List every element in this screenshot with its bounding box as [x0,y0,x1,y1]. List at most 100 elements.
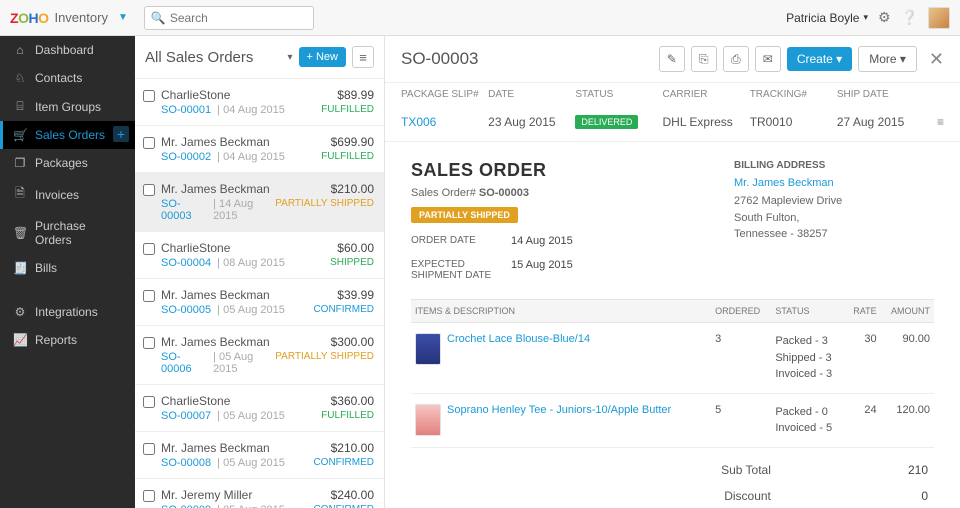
shipment-row[interactable]: TX006 23 Aug 2015 DELIVERED DHL Express … [401,106,944,141]
list-view-toggle-icon[interactable]: ≡ [352,46,374,68]
totals-table: Sub Total210 Discount0 Total$210.00 [411,456,934,508]
search-icon: 🔍 [151,11,166,25]
expected-ship-date: 15 Aug 2015 [511,259,573,281]
order-row[interactable]: Mr. James BeckmanSO-00006| 05 Aug 2015$3… [135,326,384,385]
create-button[interactable]: Create ▾ [787,47,852,71]
row-amount: $39.99 [296,288,374,302]
row-date: | 04 Aug 2015 [217,104,285,116]
row-amount: $60.00 [296,241,374,255]
order-row[interactable]: CharlieStoneSO-00007| 05 Aug 2015$360.00… [135,385,384,432]
billing-address-block: BILLING ADDRESS Mr. James Beckman 2762 M… [734,160,934,281]
row-customer: CharlieStone [161,394,296,408]
package-slip-link[interactable]: TX006 [401,115,488,129]
discount: 0 [777,484,932,508]
row-checkbox[interactable] [143,337,155,349]
sidebar-item-item-groups[interactable]: ⌸Item Groups [0,92,135,121]
global-search[interactable]: 🔍 [144,6,314,30]
item-rate: 30 [845,323,881,394]
sidebar-item-dashboard[interactable]: ⌂Dashboard [0,36,135,64]
status-badge: PARTIALLY SHIPPED [411,207,518,223]
print-icon[interactable]: ⎙ [723,46,749,72]
row-so-link[interactable]: SO-00009 [161,504,211,508]
close-icon[interactable]: ✕ [929,49,944,70]
item-link[interactable]: Crochet Lace Blouse-Blue/14 [447,333,590,345]
row-date: | 04 Aug 2015 [217,151,285,163]
row-date: | 05 Aug 2015 [217,410,285,422]
pdf-icon[interactable]: ⎘ [691,46,717,72]
row-so-link[interactable]: SO-00004 [161,257,211,269]
row-date: | 05 Aug 2015 [217,457,285,469]
order-row[interactable]: Mr. James BeckmanSO-00003| 14 Aug 2015$2… [135,173,384,232]
order-row[interactable]: CharlieStone SO-00001 | 04 Aug 2015 $89.99 F… [135,79,384,126]
list-title[interactable]: All Sales Orders [145,49,281,66]
doc-number: Sales Order# SO-00003 [411,187,734,199]
app-name: Inventory [54,10,107,25]
row-checkbox[interactable] [143,90,155,102]
row-checkbox[interactable] [143,290,155,302]
billing-customer-link[interactable]: Mr. James Beckman [734,177,934,189]
sidebar-item-bills[interactable]: 🧾Bills [0,254,135,282]
row-so-link[interactable]: SO-00005 [161,304,211,316]
sidebar-item-sales-orders[interactable]: 🛒Sales Orders+ [0,121,135,149]
row-so-link[interactable]: SO-00003 [161,198,207,222]
sidebar-item-integrations[interactable]: ⚙Integrations [0,298,135,326]
avatar[interactable] [928,7,950,29]
item-link[interactable]: Soprano Henley Tee - Juniors-10/Apple Bu… [447,404,671,416]
row-checkbox[interactable] [143,184,155,196]
row-customer: Mr. James Beckman [161,135,296,149]
sidebar-item-invoices[interactable]: 🗎Invoices [0,177,135,212]
shipment-date: 23 Aug 2015 [488,115,575,129]
row-amount: $89.99 [296,88,374,102]
nav-icon: ⌸ [13,99,27,114]
row-checkbox[interactable] [143,243,155,255]
row-customer: CharlieStone [161,88,296,102]
row-customer: Mr. Jeremy Miller [161,488,296,502]
subtotal: 210 [777,458,932,482]
row-status: CONFIRMED [296,304,374,315]
order-row[interactable]: Mr. James BeckmanSO-00002| 04 Aug 2015$6… [135,126,384,173]
row-checkbox[interactable] [143,490,155,502]
order-row[interactable]: CharlieStoneSO-00004| 08 Aug 2015$60.00S… [135,232,384,279]
current-user-menu[interactable]: Patricia Boyle▾ [786,11,868,25]
search-input[interactable] [170,11,307,25]
sidebar-item-packages[interactable]: ❐Packages [0,149,135,177]
app-switcher-caret-icon[interactable]: ▼ [118,12,128,23]
row-amount: $210.00 [275,182,374,196]
new-order-button[interactable]: + New [299,47,347,67]
item-status: Packed - 3 Shipped - 3 Invoiced - 3 [771,323,845,394]
row-checkbox[interactable] [143,137,155,149]
row-so-link[interactable]: SO-00007 [161,410,211,422]
add-icon[interactable]: + [113,126,129,142]
row-so-link[interactable]: SO-00001 [161,104,211,116]
edit-icon[interactable]: ✎ [659,46,685,72]
settings-gear-icon[interactable]: ⚙ [878,9,891,26]
row-checkbox[interactable] [143,443,155,455]
row-so-link[interactable]: SO-00008 [161,457,211,469]
order-row[interactable]: Mr. Jeremy MillerSO-00009| 05 Aug 2015$2… [135,479,384,508]
nav-icon: ⚙ [13,305,27,319]
email-icon[interactable]: ✉ [755,46,781,72]
sidebar-item-purchase-orders[interactable]: 🗑Purchase Orders [0,212,135,254]
sidebar-item-reports[interactable]: 📈Reports [0,326,135,354]
sales-order-document: SALES ORDER Sales Order# SO-00003 PARTIA… [385,142,960,508]
sidebar-item-contacts[interactable]: ♘Contacts [0,64,135,92]
row-status: FULFILLED [296,151,374,162]
row-customer: Mr. James Beckman [161,335,275,349]
row-date: | 05 Aug 2015 [217,504,285,508]
help-icon[interactable]: ❔ [901,9,918,26]
row-status: FULFILLED [296,104,374,115]
shipment-menu-icon[interactable]: ≡ [924,115,944,129]
row-date: | 05 Aug 2015 [217,304,285,316]
row-checkbox[interactable] [143,396,155,408]
row-so-link[interactable]: SO-00006 [161,351,207,375]
topbar: ZOHO Inventory ▼ 🔍 Patricia Boyle▾ ⚙ ❔ [0,0,960,36]
more-button[interactable]: More ▾ [858,46,917,72]
item-thumbnail [415,404,441,436]
row-amount: $210.00 [296,441,374,455]
order-row[interactable]: Mr. James BeckmanSO-00005| 05 Aug 2015$3… [135,279,384,326]
row-so-link[interactable]: SO-00002 [161,151,211,163]
order-row[interactable]: Mr. James BeckmanSO-00008| 05 Aug 2015$2… [135,432,384,479]
order-detail-panel: SO-00003 ✎ ⎘ ⎙ ✉ Create ▾ More ▾ ✕ PACKA… [385,36,960,508]
line-item: Crochet Lace Blouse-Blue/143Packed - 3 S… [411,323,934,394]
tracking-number: TR0010 [750,115,837,129]
